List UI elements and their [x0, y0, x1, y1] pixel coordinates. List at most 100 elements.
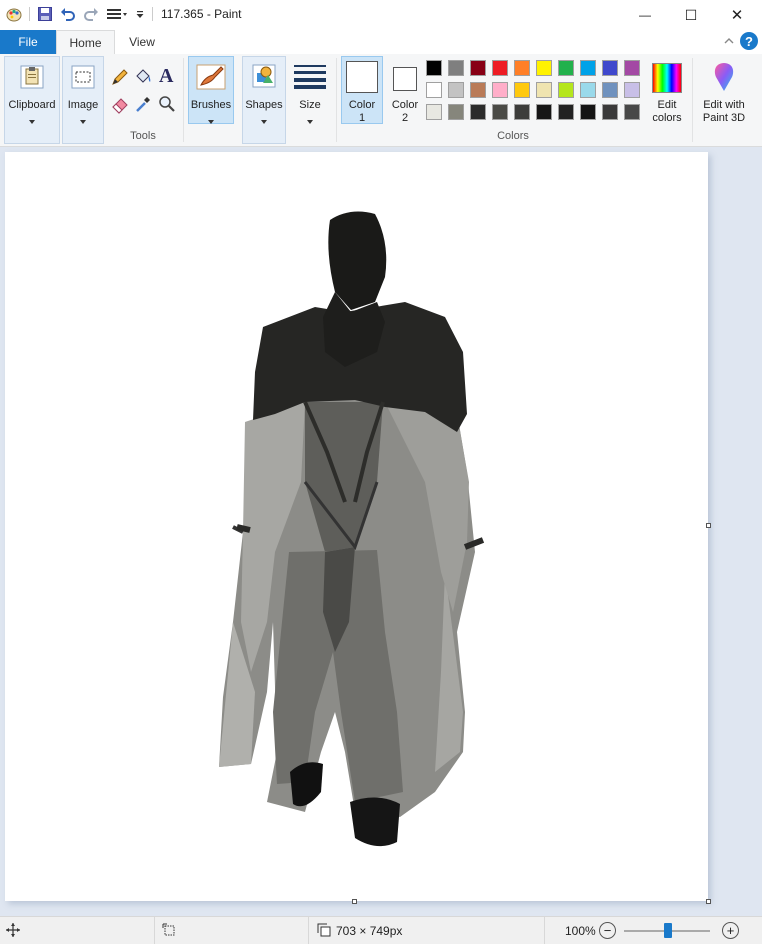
- size-button[interactable]: Size: [288, 56, 332, 124]
- palette-swatch[interactable]: [602, 60, 618, 76]
- status-separator: [308, 917, 309, 944]
- image-button[interactable]: Image: [62, 56, 104, 144]
- color1-label-line2: 1: [358, 112, 366, 124]
- color2-label-line2: 2: [401, 112, 409, 124]
- save-icon[interactable]: [37, 6, 53, 22]
- palette-swatch[interactable]: [426, 60, 442, 76]
- qat-dropdown-icon[interactable]: [135, 6, 145, 22]
- edit-colors-button[interactable]: Edit colors: [646, 56, 688, 124]
- chevron-down-icon: [307, 115, 313, 127]
- text-tool-icon[interactable]: A: [159, 65, 177, 87]
- painted-figure-image: [219, 211, 485, 847]
- collapse-ribbon-icon[interactable]: [722, 34, 736, 48]
- canvas-workspace[interactable]: [0, 147, 762, 916]
- color-palette: [426, 60, 646, 128]
- clipboard-icon: [18, 63, 46, 94]
- plus-icon: +: [726, 923, 735, 938]
- palette-swatch[interactable]: [580, 60, 596, 76]
- zoom-out-button[interactable]: −: [599, 922, 616, 939]
- paint3d-label-line2: Paint 3D: [702, 112, 746, 124]
- tab-view[interactable]: View: [113, 30, 171, 54]
- eraser-icon[interactable]: [110, 94, 130, 114]
- palette-swatch[interactable]: [624, 82, 640, 98]
- colors-group-label: Colors: [497, 130, 529, 142]
- edit-with-paint3d-button[interactable]: Edit with Paint 3D: [696, 56, 752, 128]
- palette-swatch[interactable]: [536, 60, 552, 76]
- canvas-size-icon: [317, 923, 331, 940]
- undo-icon[interactable]: [60, 6, 76, 22]
- drawing-canvas[interactable]: [5, 152, 708, 901]
- palette-swatch[interactable]: [492, 82, 508, 98]
- minimize-button[interactable]: —: [622, 0, 668, 30]
- selection-size-icon: [162, 923, 176, 940]
- palette-swatch[interactable]: [426, 82, 442, 98]
- palette-swatch[interactable]: [558, 82, 574, 98]
- palette-swatch[interactable]: [448, 82, 464, 98]
- color1-label: Color 1: [342, 99, 382, 125]
- palette-swatch[interactable]: [580, 104, 596, 120]
- status-separator: [544, 917, 545, 944]
- palette-swatch[interactable]: [624, 60, 640, 76]
- status-separator: [154, 917, 155, 944]
- pencil-icon[interactable]: [110, 67, 130, 87]
- maximize-button[interactable]: ☐: [668, 0, 714, 30]
- ribbon-home: Clipboard Image A Tools Brushes Shapes S…: [0, 54, 762, 147]
- palette-swatch[interactable]: [448, 104, 464, 120]
- canvas-resize-handle-corner[interactable]: [706, 899, 711, 904]
- qat-divider: [29, 7, 30, 21]
- window-title: 117.365 - Paint: [161, 7, 242, 21]
- image-label: Image: [67, 99, 99, 111]
- palette-swatch[interactable]: [470, 60, 486, 76]
- edit-colors-label-line1: Edit: [657, 99, 677, 111]
- chevron-down-icon: [208, 115, 214, 127]
- palette-swatch[interactable]: [426, 104, 442, 120]
- redo-icon[interactable]: [83, 6, 99, 22]
- palette-swatch[interactable]: [514, 60, 530, 76]
- tab-home[interactable]: Home: [56, 30, 115, 55]
- palette-swatch[interactable]: [492, 60, 508, 76]
- shapes-button[interactable]: Shapes: [242, 56, 286, 144]
- color2-button[interactable]: Color 2: [386, 56, 424, 124]
- chevron-down-icon: [80, 115, 86, 127]
- canvas-size-readout: 703 × 749px: [336, 924, 403, 938]
- palette-swatch[interactable]: [514, 82, 530, 98]
- paint3d-label: Edit with Paint 3D: [691, 99, 757, 125]
- clipboard-label: Clipboard: [8, 99, 56, 111]
- rainbow-palette-icon: [652, 63, 682, 93]
- palette-swatch[interactable]: [536, 82, 552, 98]
- palette-swatch[interactable]: [492, 104, 508, 120]
- palette-swatch[interactable]: [558, 60, 574, 76]
- shapes-icon: [251, 63, 277, 92]
- line-size-icon: [293, 63, 327, 92]
- color-picker-icon[interactable]: [133, 94, 153, 114]
- palette-swatch[interactable]: [602, 82, 618, 98]
- palette-swatch[interactable]: [624, 104, 640, 120]
- paint-app-icon[interactable]: [6, 6, 22, 22]
- close-button[interactable]: ✕: [714, 0, 760, 30]
- brushes-button[interactable]: Brushes: [188, 56, 234, 124]
- minus-icon: −: [603, 923, 612, 938]
- canvas-resize-handle-right[interactable]: [706, 523, 711, 528]
- zoom-slider-thumb[interactable]: [664, 923, 672, 938]
- tab-file[interactable]: File: [0, 30, 56, 54]
- palette-swatch[interactable]: [448, 60, 464, 76]
- title-bar: 117.365 - Paint — ☐ ✕: [0, 0, 762, 30]
- cursor-position-icon: [6, 923, 20, 940]
- zoom-in-button[interactable]: +: [722, 922, 739, 939]
- palette-swatch[interactable]: [514, 104, 530, 120]
- select-icon: [69, 63, 97, 94]
- palette-swatch[interactable]: [558, 104, 574, 120]
- help-icon[interactable]: ?: [740, 32, 758, 50]
- clipboard-button[interactable]: Clipboard: [4, 56, 60, 144]
- brushes-label: Brushes: [190, 99, 232, 111]
- customize-toolbar-icon[interactable]: [106, 6, 128, 22]
- fill-bucket-icon[interactable]: [133, 67, 153, 87]
- palette-swatch[interactable]: [470, 82, 486, 98]
- palette-swatch[interactable]: [470, 104, 486, 120]
- canvas-resize-handle-bottom[interactable]: [352, 899, 357, 904]
- palette-swatch[interactable]: [602, 104, 618, 120]
- magnifier-icon[interactable]: [157, 94, 177, 114]
- palette-swatch[interactable]: [580, 82, 596, 98]
- color1-button[interactable]: Color 1: [341, 56, 383, 124]
- palette-swatch[interactable]: [536, 104, 552, 120]
